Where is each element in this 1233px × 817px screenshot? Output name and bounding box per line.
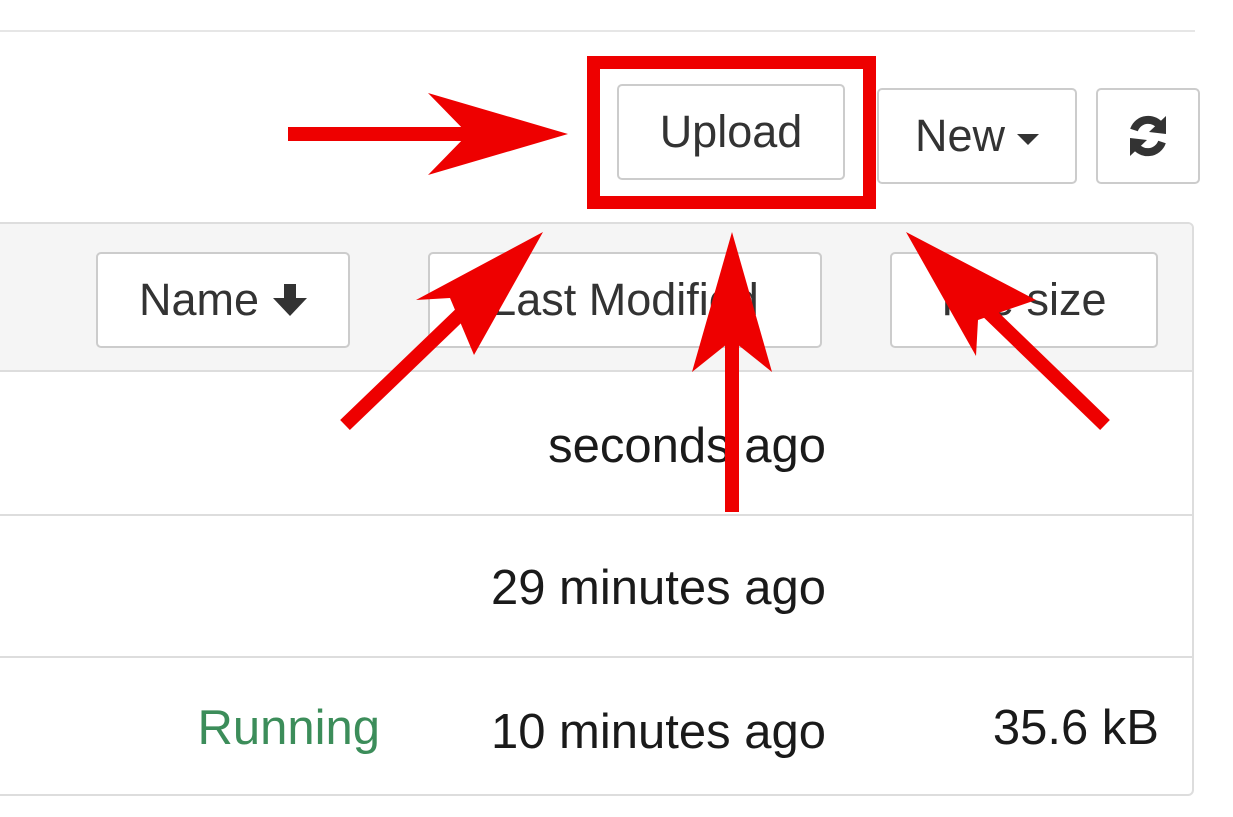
row-last-modified: seconds ago: [548, 419, 826, 473]
new-dropdown-button[interactable]: New: [877, 88, 1077, 184]
row-last-modified: 10 minutes ago: [490, 705, 826, 759]
new-button-label: New: [914, 110, 1006, 161]
sort-by-name-button[interactable]: Name: [96, 252, 350, 348]
row-file-size: 35.6 kB: [992, 701, 1159, 755]
row-status: Running: [197, 701, 380, 755]
refresh-button[interactable]: [1096, 88, 1200, 184]
refresh-icon: [1130, 115, 1166, 157]
file-list-panel: Name Last Modified File size seconds ago…: [0, 222, 1194, 796]
table-row[interactable]: 29 minutes ago: [0, 514, 1192, 658]
table-row[interactable]: seconds ago: [0, 372, 1192, 516]
divider: [0, 30, 1195, 32]
table-row[interactable]: Running 10 minutes ago 35.6 kB: [0, 656, 1192, 794]
sort-size-label: File size: [941, 274, 1107, 325]
caret-down-icon: [1017, 133, 1040, 145]
arrow-right-icon: [288, 93, 568, 175]
sort-name-label: Name: [138, 274, 260, 325]
file-browser-view: Upload New Name Last Modified File size …: [0, 0, 1233, 817]
sort-modified-label: Last Modified: [491, 274, 759, 325]
upload-button[interactable]: Upload: [617, 84, 845, 180]
arrow-down-icon: [273, 284, 308, 316]
row-last-modified: 29 minutes ago: [490, 561, 826, 615]
file-list-header: Name Last Modified File size: [0, 224, 1192, 372]
upload-button-label: Upload: [659, 106, 803, 157]
sort-by-last-modified-button[interactable]: Last Modified: [428, 252, 822, 348]
sort-by-file-size-button[interactable]: File size: [890, 252, 1158, 348]
